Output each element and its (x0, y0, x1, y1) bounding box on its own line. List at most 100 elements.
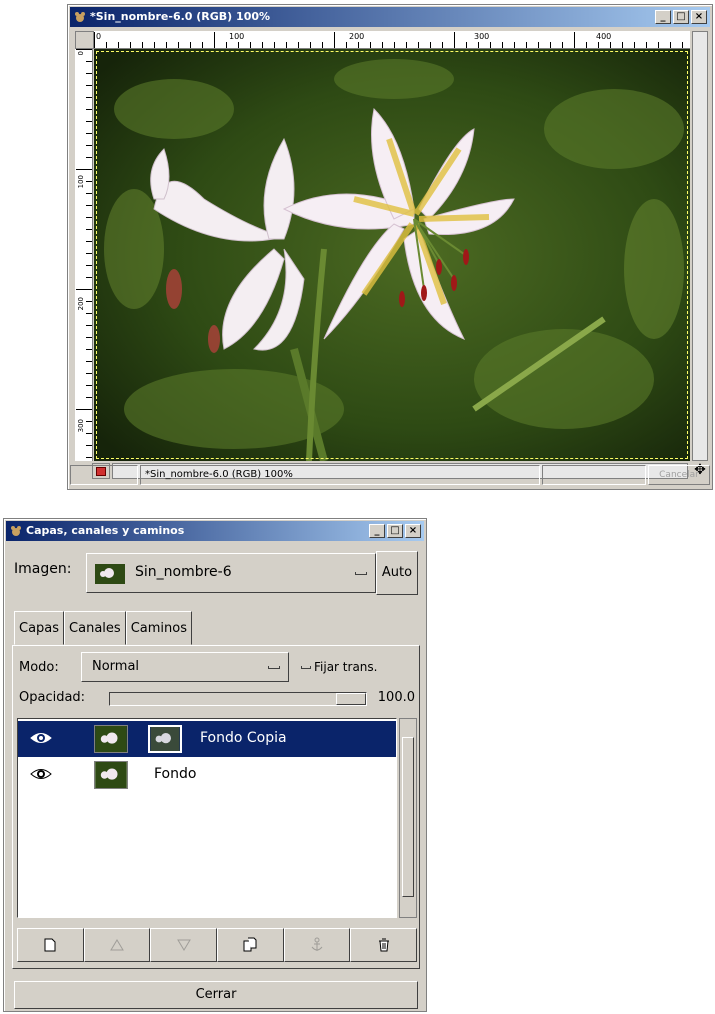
ruler-tick (382, 42, 383, 48)
layer-list: Fondo Copia Fondo (17, 718, 397, 918)
ruler-label: 300 (77, 419, 85, 433)
ruler-tick (86, 313, 92, 314)
lower-layer-button[interactable] (150, 928, 218, 962)
status-bar: *Sin_nombre-6.0 (RGB) 100% Cancelar (70, 463, 710, 487)
ruler-tick (502, 42, 503, 48)
ruler-tick (86, 181, 92, 182)
pointer-coords (70, 465, 138, 485)
ruler-tick (430, 42, 431, 48)
progress-area (542, 465, 646, 485)
checkbox-icon (301, 666, 311, 669)
layers-dialog-titlebar[interactable]: Capas, canales y caminos _ □ × (6, 521, 424, 541)
ruler-tick (86, 193, 92, 194)
new-layer-icon (44, 938, 56, 952)
mode-select[interactable]: Normal (81, 652, 289, 682)
ruler-corner[interactable] (75, 31, 94, 49)
maximize-button[interactable]: □ (673, 10, 689, 24)
ruler-tick (322, 42, 323, 48)
ruler-tick (346, 42, 347, 48)
ruler-tick (250, 42, 251, 48)
ruler-tick (86, 301, 92, 302)
tab-caminos[interactable]: Caminos (125, 611, 192, 645)
ruler-tick (226, 42, 227, 48)
maximize-button[interactable]: □ (387, 524, 403, 538)
ruler-tick (86, 253, 92, 254)
ruler-tick (86, 421, 92, 422)
close-button[interactable]: Cerrar (14, 981, 418, 1009)
ruler-tick (86, 325, 92, 326)
eye-icon[interactable] (30, 767, 52, 781)
image-window-titlebar[interactable]: *Sin_nombre-6.0 (RGB) 100% _ □ × (70, 7, 710, 27)
ruler-tick (86, 85, 92, 86)
ruler-tick (86, 385, 92, 386)
layers-dialog-title: Capas, canales y caminos (26, 524, 185, 537)
image-selector-row: Imagen: Sin_nombre-6 Auto (14, 549, 418, 595)
ruler-tick (394, 42, 395, 48)
tab-canales[interactable]: Canales (64, 611, 126, 645)
horizontal-ruler[interactable]: 0 100 200 300 400 (94, 31, 690, 49)
ruler-tick (478, 42, 479, 48)
anchor-layer-button[interactable] (283, 928, 351, 962)
ruler-tick (370, 42, 371, 48)
lower-layer-icon (176, 939, 191, 951)
ruler-tick (86, 445, 92, 446)
ruler-tick (490, 42, 491, 48)
raise-layer-icon (110, 939, 124, 951)
vertical-scrollbar[interactable] (692, 31, 708, 461)
duplicate-layer-button[interactable] (217, 928, 284, 962)
ruler-tick (202, 42, 203, 48)
image-select[interactable]: Sin_nombre-6 (86, 553, 376, 593)
minimize-button[interactable]: _ (369, 524, 385, 538)
scrollbar-thumb[interactable] (402, 737, 414, 897)
ruler-tick (310, 42, 311, 48)
anchor-icon (311, 937, 323, 951)
chevron-down-icon (355, 572, 367, 575)
trash-icon (378, 938, 389, 952)
ruler-tick (514, 42, 515, 48)
slider-handle[interactable] (336, 693, 366, 705)
ruler-tick (274, 42, 275, 48)
new-layer-button[interactable] (17, 928, 84, 962)
gimp-icon (75, 12, 85, 22)
ruler-tick (86, 97, 92, 98)
eye-icon[interactable] (30, 731, 52, 745)
ruler-tick (86, 349, 92, 350)
auto-button[interactable]: Auto (376, 551, 418, 595)
ruler-tick (682, 42, 683, 48)
gimp-icon (11, 526, 21, 536)
ruler-tick (86, 337, 92, 338)
keep-transparency-checkbox[interactable]: Fijar trans. (301, 660, 377, 674)
layer-row[interactable]: Fondo Copia (18, 721, 396, 757)
ruler-tick (86, 397, 92, 398)
cancel-button[interactable]: Cancelar (648, 465, 710, 485)
vertical-ruler[interactable]: 0 100 200 300 (75, 49, 93, 461)
close-window-button[interactable]: × (405, 524, 421, 538)
ruler-tick (634, 42, 635, 48)
ruler-tick (86, 457, 92, 458)
ruler-label: 0 (96, 32, 102, 41)
minimize-button[interactable]: _ (655, 10, 671, 24)
layer-row[interactable]: Fondo (18, 757, 396, 793)
ruler-tick (214, 32, 215, 48)
ruler-tick (86, 205, 92, 206)
ruler-tick (86, 361, 92, 362)
ruler-label: 400 (596, 32, 612, 41)
ruler-tick (76, 409, 92, 410)
tab-capas[interactable]: Capas (14, 611, 65, 645)
image-label: Imagen: (14, 561, 72, 577)
opacity-slider[interactable] (109, 692, 367, 706)
raise-layer-button[interactable] (83, 928, 151, 962)
delete-layer-button[interactable] (350, 928, 418, 962)
duplicate-layer-icon (243, 937, 257, 952)
image-thumbnail (95, 564, 125, 584)
ruler-tick (86, 133, 92, 134)
ruler-tick (86, 121, 92, 122)
layer-list-scrollbar[interactable] (399, 718, 417, 918)
ruler-tick (142, 42, 143, 48)
ruler-tick (646, 42, 647, 48)
ruler-label: 200 (77, 297, 85, 311)
dialog-tabs: Capas Canales Caminos (14, 611, 192, 645)
image-canvas[interactable] (94, 49, 690, 461)
close-window-button[interactable]: × (691, 10, 707, 24)
ruler-label: 100 (229, 32, 245, 41)
